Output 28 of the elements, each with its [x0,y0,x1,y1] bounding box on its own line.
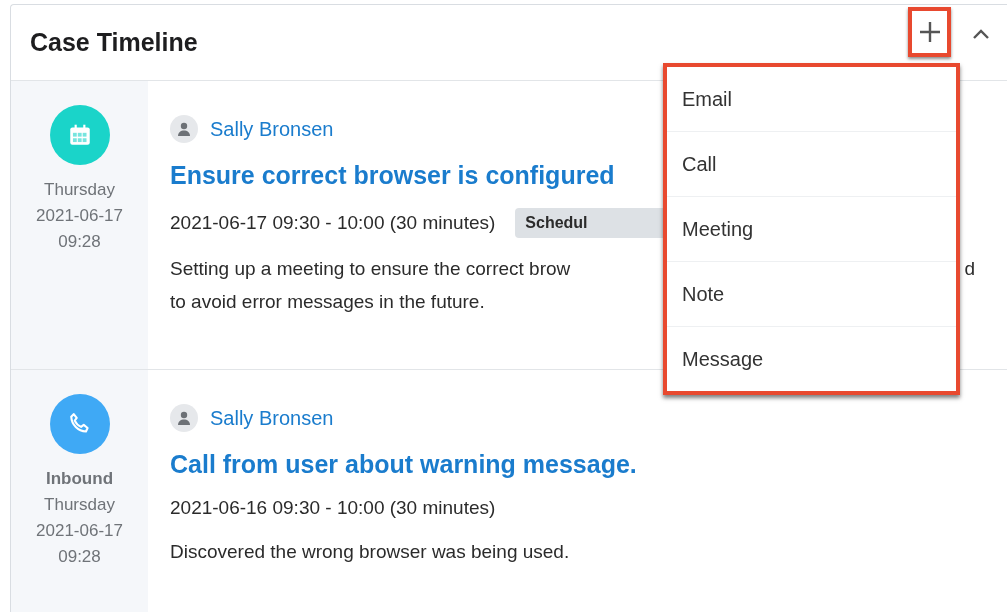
date-label: 2021-06-17 [36,205,123,227]
add-button[interactable] [908,6,951,57]
plus-icon [918,20,941,43]
author-link[interactable]: Sally Bronsen [210,117,334,141]
user-avatar-icon [170,115,198,143]
time-label: 09:28 [58,231,101,253]
panel-title: Case Timeline [30,28,199,57]
description-text: d [964,257,975,281]
schedule-text: 2021-06-17 09:30 - 10:00 (30 minutes) [170,212,496,234]
time-label: 09:28 [58,546,101,568]
user-avatar-icon [170,404,198,432]
menu-item[interactable]: Message [667,326,956,391]
schedule-text: 2021-06-16 09:30 - 10:00 (30 minutes) [170,497,496,519]
menu-item[interactable]: Note [667,261,956,326]
author-link[interactable]: Sally Bronsen [210,406,334,430]
description-text: Setting up a meeting to ensure the correct brow [170,257,571,281]
menu-item[interactable]: Email [667,67,956,131]
menu-item[interactable]: Call [667,131,956,196]
description-text: Discovered the wrong browser was being used. [170,540,570,564]
weekday-label: Thursday [44,179,115,201]
date-label: 2021-06-17 [36,520,123,542]
chevron-up-icon [972,27,990,40]
direction-label: Inbound [46,468,113,490]
weekday-label: Thursday [44,494,115,516]
subject-link[interactable]: Ensure correct browser is configured [170,161,615,190]
menu-item[interactable]: Meeting [667,196,956,261]
description-text: to avoid error messages in the future. [170,290,485,314]
subject-link[interactable]: Call from user about warning message. [170,450,637,479]
